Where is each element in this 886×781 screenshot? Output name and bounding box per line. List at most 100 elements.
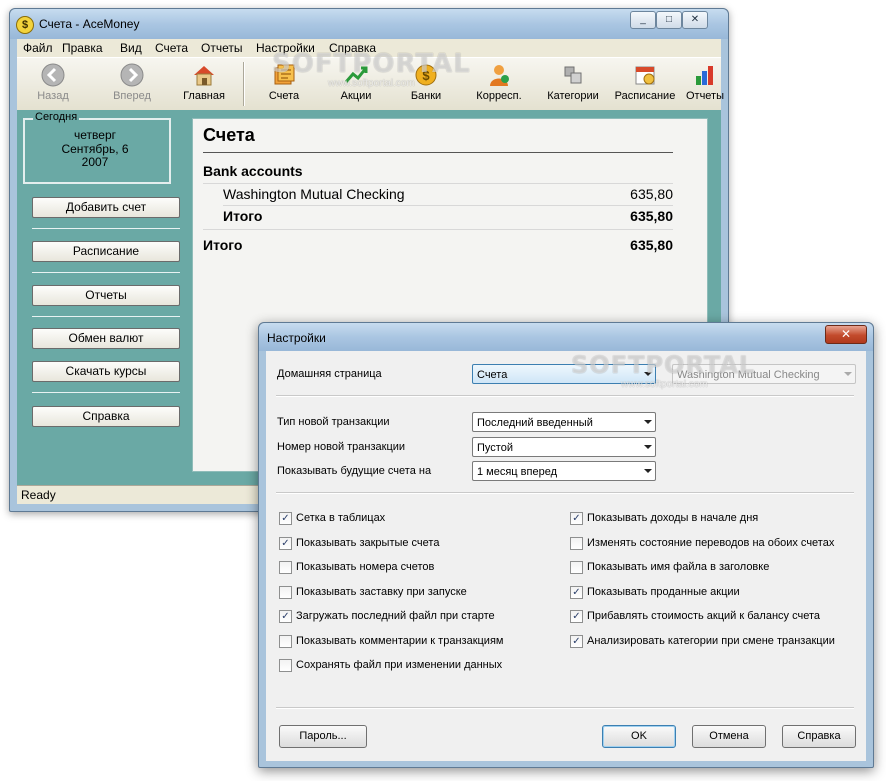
checkbox-checked-icon[interactable]: ✓	[570, 610, 583, 623]
left-option-3[interactable]: Показывать заставку при запуске	[279, 585, 559, 602]
right-option-5[interactable]: ✓ Анализировать категории при смене транз…	[570, 634, 860, 651]
subtotal-value: 635,80	[630, 208, 673, 224]
right-option-2[interactable]: Показывать имя файла в заголовке	[570, 561, 860, 577]
checkbox-label: Показывать имя файла в заголовке	[587, 561, 770, 573]
checkbox-label: Показывать заставку при запуске	[296, 585, 467, 598]
window-title: Счета - AceMoney	[39, 17, 140, 31]
checkbox-checked-icon[interactable]: ✓	[279, 512, 292, 525]
menu-accounts[interactable]: Счета	[155, 41, 188, 55]
help-button[interactable]: Справка	[32, 406, 180, 427]
new-transaction-number-label: Номер новой транзакции	[277, 441, 406, 453]
checkbox-checked-icon[interactable]: ✓	[570, 585, 583, 599]
toolbar-separator	[243, 62, 245, 106]
left-option-1[interactable]: ✓ Показывать закрытые счета	[279, 536, 559, 553]
checkbox-label: Показывать комментарии к транзакциям	[296, 634, 504, 647]
right-option-1[interactable]: Изменять состояние переводов на обоих сч…	[570, 536, 860, 553]
right-option-0[interactable]: ✓ Показывать доходы в начале дня	[570, 512, 860, 528]
cancel-button[interactable]: Отмена	[692, 725, 766, 748]
close-button[interactable]: ✕	[682, 11, 708, 29]
row-divider	[203, 229, 673, 230]
section-divider	[276, 492, 854, 494]
sidebar-divider	[32, 228, 180, 229]
checkbox-unchecked-icon[interactable]	[279, 659, 292, 672]
checkbox-label: Показывать доходы в начале дня	[587, 512, 759, 524]
checkbox-label: Сохранять файл при изменении данных	[296, 659, 503, 671]
currency-exchange-button[interactable]: Обмен валют	[32, 328, 180, 349]
help-button[interactable]: Справка	[782, 725, 856, 748]
title-bar[interactable]: $ Счета - AceMoney _ □ ✕	[10, 9, 728, 39]
left-option-5[interactable]: Показывать комментарии к транзакциям	[279, 634, 559, 651]
chevron-down-icon	[644, 469, 652, 473]
title-divider	[203, 152, 673, 153]
checkbox-label: Показывать закрытые счета	[296, 536, 440, 549]
row-divider	[203, 183, 673, 184]
right-options-group: ✓ Показывать доходы в начале дня Изменять …	[570, 512, 860, 672]
add-account-button[interactable]: Добавить счет	[32, 197, 180, 218]
new-transaction-type-label: Тип новой транзакции	[277, 416, 390, 428]
checkbox-unchecked-icon[interactable]	[279, 585, 292, 599]
toolbar-categories-button[interactable]: Категории	[535, 60, 611, 102]
dialog-title-bar[interactable]: Настройки ✕	[259, 323, 873, 351]
today-date: Сентябрь, 6	[61, 142, 129, 156]
checkbox-checked-icon[interactable]: ✓	[570, 634, 583, 648]
today-weekday: четверг	[74, 128, 116, 142]
reports-button[interactable]: Отчеты	[32, 285, 180, 306]
left-option-2[interactable]: Показывать номера счетов	[279, 561, 559, 577]
page-title: Счета	[203, 125, 255, 145]
left-option-6[interactable]: Сохранять файл при изменении данных	[279, 659, 559, 675]
chevron-down-icon	[644, 420, 652, 424]
menu-reports[interactable]: Отчеты	[201, 41, 242, 55]
new-transaction-type-select[interactable]: Последний введенный	[472, 412, 656, 432]
status-text: Ready	[21, 488, 56, 502]
future-bills-select[interactable]: 1 месяц вперед	[472, 461, 656, 481]
checkbox-label: Изменять состояние переводов на обоих сч…	[587, 536, 835, 549]
menu-edit[interactable]: Правка	[62, 41, 103, 55]
right-option-4[interactable]: ✓ Прибавлять стоимость акций к балансу сч…	[570, 610, 860, 626]
dialog-close-button[interactable]: ✕	[825, 325, 867, 344]
checkbox-unchecked-icon[interactable]	[570, 561, 583, 574]
left-options-group: ✓ Сетка в таблицах ✓ Показывать закрытые сч…	[279, 512, 559, 692]
checkbox-unchecked-icon[interactable]	[279, 561, 292, 574]
checkbox-unchecked-icon[interactable]	[279, 634, 292, 648]
left-option-0[interactable]: ✓ Сетка в таблицах	[279, 512, 559, 528]
chevron-down-icon	[844, 372, 852, 376]
dialog-client-area: Домашняя страница Счета Washington Mutua…	[266, 351, 866, 761]
menu-view[interactable]: Вид	[120, 41, 142, 55]
dialog-title: Настройки	[267, 331, 326, 345]
checkbox-label: Загружать последний файл при старте	[296, 610, 495, 622]
toolbar-back-button[interactable]: Назад	[23, 60, 83, 102]
payees-icon	[486, 62, 512, 88]
maximize-button[interactable]: □	[656, 11, 682, 29]
minimize-button[interactable]: _	[630, 11, 656, 29]
checkbox-checked-icon[interactable]: ✓	[279, 536, 292, 550]
password-button[interactable]: Пароль...	[279, 725, 367, 748]
ok-button[interactable]: OK	[602, 725, 676, 748]
schedule-button[interactable]: Расписание	[32, 241, 180, 262]
checkbox-checked-icon[interactable]: ✓	[279, 610, 292, 623]
sidebar-divider	[32, 316, 180, 317]
toolbar-home-button[interactable]: Главная	[169, 60, 239, 102]
download-rates-button[interactable]: Скачать курсы	[32, 361, 180, 382]
checkbox-unchecked-icon[interactable]	[570, 536, 583, 550]
back-arrow-icon	[40, 62, 66, 88]
chevron-down-icon	[644, 445, 652, 449]
watermark-url: www.softportal.com	[328, 78, 415, 89]
sidebar-divider	[32, 392, 180, 393]
section-divider	[276, 707, 854, 709]
checkbox-label: Прибавлять стоимость акций к балансу сче…	[587, 610, 820, 622]
left-option-4[interactable]: ✓ Загружать последний файл при старте	[279, 610, 559, 626]
home-icon	[191, 62, 217, 88]
toolbar-forward-button[interactable]: Вперед	[97, 60, 167, 102]
right-option-3[interactable]: ✓ Показывать проданные акции	[570, 585, 860, 602]
new-transaction-number-select[interactable]: Пустой	[472, 437, 656, 457]
toolbar-schedule-button[interactable]: Расписание	[607, 60, 683, 102]
toolbar-payees-button[interactable]: Корресп.	[463, 60, 535, 102]
account-name-link[interactable]: Washington Mutual Checking	[223, 186, 405, 202]
watermark-url: www.softportal.com	[621, 379, 708, 390]
toolbar-reports-button[interactable]: Отчеты	[683, 60, 727, 102]
account-group-heading: Bank accounts	[203, 163, 303, 179]
checkbox-checked-icon[interactable]: ✓	[570, 512, 583, 525]
menu-file[interactable]: Файл	[23, 41, 53, 55]
today-legend: Сегодня	[33, 111, 80, 123]
settings-dialog: Настройки ✕ Домашняя страница Счета Wash…	[258, 322, 874, 768]
